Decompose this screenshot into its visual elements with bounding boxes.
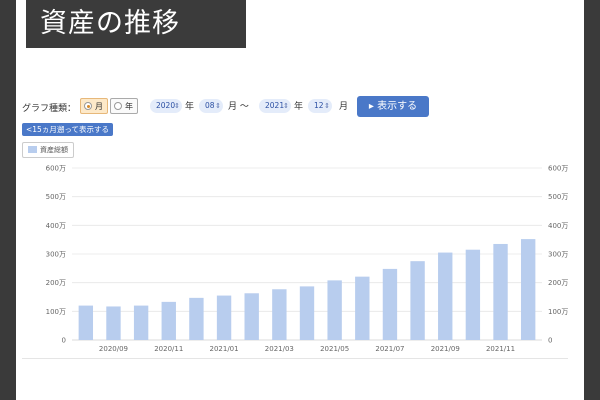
x-tick-label: 2021/09 xyxy=(431,345,460,353)
bar[interactable] xyxy=(244,293,259,340)
legend-swatch xyxy=(28,146,37,153)
monthly-toggle[interactable]: 月 xyxy=(80,98,108,114)
bar[interactable] xyxy=(133,305,149,340)
bar[interactable] xyxy=(327,280,342,340)
bar[interactable] xyxy=(382,268,398,340)
y-tick-label-left: 400万 xyxy=(46,222,66,230)
yearly-label: 年 xyxy=(125,102,133,111)
bar[interactable] xyxy=(520,239,536,340)
from-month-select[interactable]: 08 xyxy=(199,99,223,113)
y-tick-label-left: 100万 xyxy=(46,308,66,316)
y-tick-label-left: 600万 xyxy=(46,165,66,173)
y-tick-label-right: 100万 xyxy=(548,308,568,316)
from-year-unit: 年 xyxy=(185,102,195,112)
to-month-unit: 月 xyxy=(339,102,349,112)
y-tick-label-right: 300万 xyxy=(548,251,568,259)
radio-icon xyxy=(114,102,122,110)
y-tick-label-right: 200万 xyxy=(548,279,568,287)
x-tick-label: 2021/03 xyxy=(265,345,294,353)
from-month-unit: 月 〜 xyxy=(228,102,249,112)
to-year-unit: 年 xyxy=(294,102,304,112)
divider xyxy=(22,358,568,359)
bar[interactable] xyxy=(465,249,481,340)
x-tick-label: 2020/11 xyxy=(154,345,183,353)
monthly-label: 月 xyxy=(95,102,103,111)
bar[interactable] xyxy=(78,305,94,340)
legend-label: 資産総額 xyxy=(40,146,68,154)
x-tick-label: 2021/01 xyxy=(210,345,239,353)
graph-type-label: グラフ種類： xyxy=(22,104,77,114)
x-tick-label: 2020/09 xyxy=(99,345,128,353)
y-tick-label-right: 500万 xyxy=(548,193,568,201)
chart-legend[interactable]: 資産総額 xyxy=(22,142,74,158)
x-tick-label: 2021/05 xyxy=(320,345,349,353)
x-tick-label: 2021/07 xyxy=(375,345,404,353)
bar[interactable] xyxy=(410,261,425,340)
from-year-select[interactable]: 2020 xyxy=(150,99,182,113)
x-tick-label: 2021/11 xyxy=(486,345,515,353)
bar[interactable] xyxy=(272,289,287,340)
bar[interactable] xyxy=(216,295,232,340)
bar[interactable] xyxy=(161,301,176,340)
y-tick-label-right: 600万 xyxy=(548,165,568,173)
bar[interactable] xyxy=(493,243,508,340)
back-15-months-button[interactable]: <15ヵ月遡って表示する xyxy=(22,123,113,136)
bar[interactable] xyxy=(106,306,121,340)
yearly-toggle[interactable]: 年 xyxy=(110,98,138,114)
bar[interactable] xyxy=(438,252,453,340)
y-tick-label-left: 300万 xyxy=(46,251,66,259)
asset-bar-chart: 0 0 100万 100万 200万 200万 300万 300万 400万 400万 500万 50… xyxy=(46,165,569,354)
to-month-select[interactable]: 12 xyxy=(308,99,332,113)
to-year-select[interactable]: 2021 xyxy=(259,99,291,113)
y-tick-label-left: 200万 xyxy=(46,279,66,287)
bar[interactable] xyxy=(355,276,370,340)
bar[interactable] xyxy=(189,297,204,340)
y-tick-label-left: 0 xyxy=(62,337,66,345)
y-tick-label-left: 500万 xyxy=(46,193,66,201)
page-title: 資産の推移 xyxy=(26,0,246,48)
y-tick-label-right: 0 xyxy=(548,337,552,345)
radio-icon xyxy=(84,102,92,110)
bar[interactable] xyxy=(299,286,315,340)
show-button[interactable]: ▸ 表示する xyxy=(357,96,429,117)
y-tick-label-right: 400万 xyxy=(548,222,568,230)
